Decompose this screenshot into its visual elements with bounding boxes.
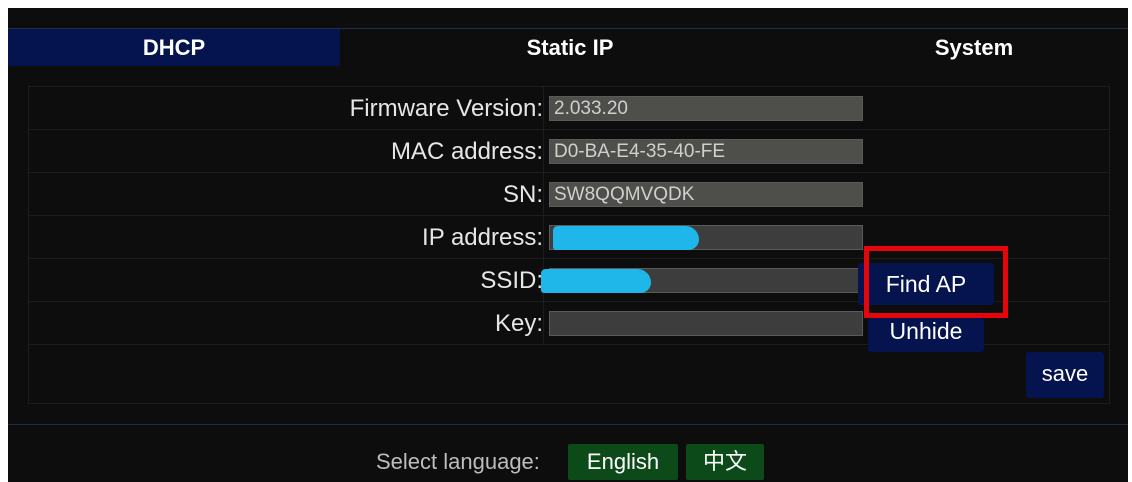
tab-dhcp[interactable]: DHCP	[8, 29, 340, 66]
sn-label: SN:	[502, 181, 543, 208]
tab-static-ip[interactable]: Static IP	[340, 29, 800, 66]
tab-system[interactable]: System	[800, 29, 1132, 66]
key-input[interactable]	[549, 311, 863, 336]
column-divider	[543, 302, 544, 344]
settings-form: Firmware Version: 2.033.20 MAC address: …	[28, 86, 1110, 404]
sn-field: SW8QQMVQDK	[549, 182, 863, 207]
mac-label: MAC address:	[390, 138, 543, 165]
redaction-mark	[553, 226, 699, 250]
language-english-button[interactable]: English	[568, 444, 678, 480]
mac-field: D0-BA-E4-35-40-FE	[549, 139, 863, 164]
redaction-mark	[541, 269, 651, 293]
sn-row: SN: SW8QQMVQDK	[29, 173, 1109, 216]
column-divider	[543, 130, 544, 172]
unhide-button[interactable]: Unhide	[868, 318, 984, 352]
firmware-row: Firmware Version: 2.033.20	[29, 87, 1109, 130]
footer-divider	[8, 424, 1128, 425]
tab-bar: DHCP Static IP System	[8, 28, 1128, 66]
firmware-field: 2.033.20	[549, 96, 863, 121]
mac-row: MAC address: D0-BA-E4-35-40-FE	[29, 130, 1109, 173]
ip-label: IP address:	[422, 224, 543, 251]
key-label: Key:	[494, 310, 543, 337]
column-divider	[543, 216, 544, 258]
language-label: Select language:	[376, 449, 540, 474]
column-divider	[543, 87, 544, 129]
language-chinese-button[interactable]: 中文	[686, 444, 764, 480]
highlight-box	[864, 246, 1008, 318]
column-divider	[543, 173, 544, 215]
ssid-label: SSID:	[480, 267, 543, 294]
save-button[interactable]: save	[1026, 352, 1104, 398]
firmware-label: Firmware Version:	[349, 95, 543, 122]
router-settings-screen: DHCP Static IP System Firmware Version: …	[8, 8, 1128, 482]
